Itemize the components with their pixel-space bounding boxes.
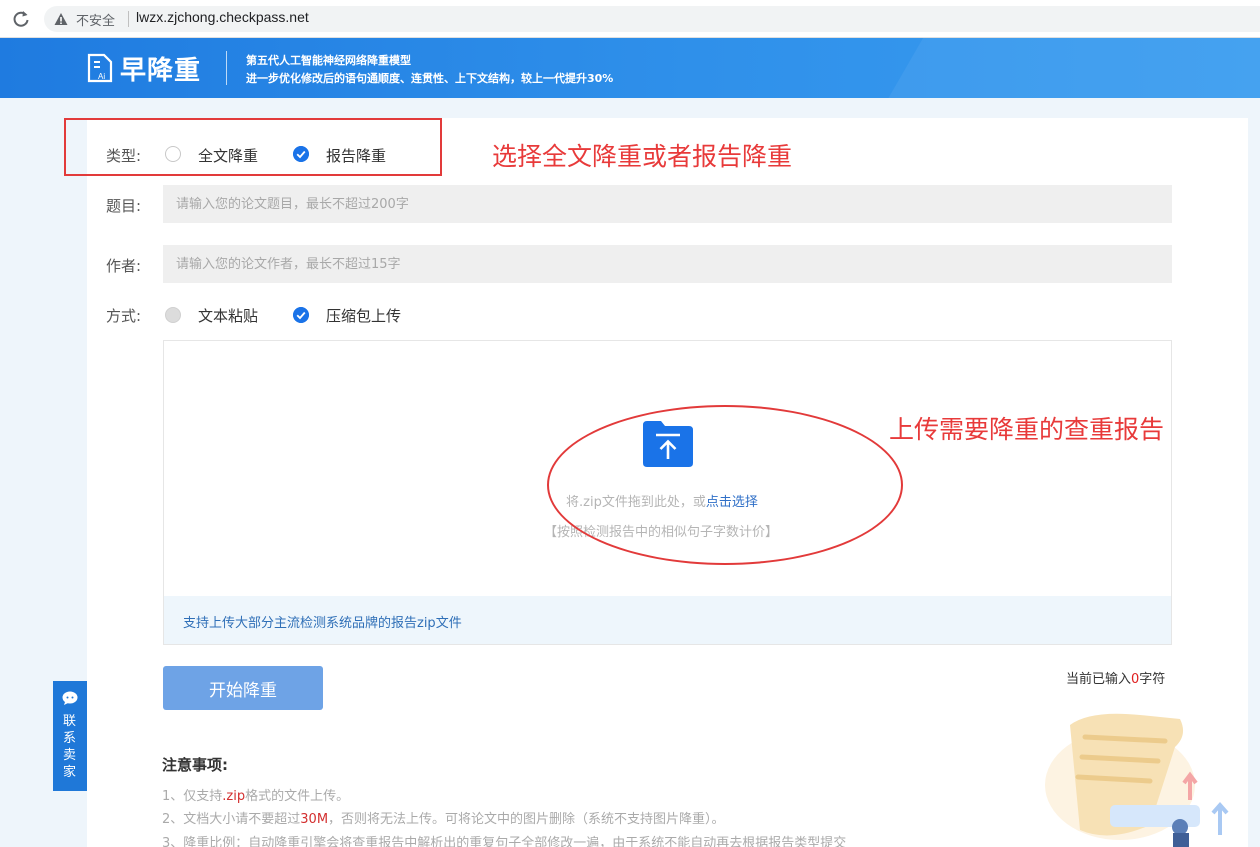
note-1-text-a: 1、仅支持: [162, 789, 223, 804]
note-1-highlight: .zip: [222, 789, 246, 804]
header-divider: [226, 51, 227, 85]
radio-paste-text-label[interactable]: 文本粘贴: [198, 305, 258, 326]
note-item-1: 1、仅支持.zip格式的文件上传。: [162, 785, 349, 804]
document-illustration: [1045, 713, 1229, 847]
radio-zip-upload-label[interactable]: 压缩包上传: [326, 305, 401, 326]
browser-toolbar: 不安全 lwzx.zjchong.checkpass.net: [0, 0, 1260, 38]
author-label: 作者:: [106, 257, 142, 275]
contact-seller-tab[interactable]: 联系卖家: [53, 681, 87, 791]
url-divider: [128, 11, 129, 27]
slogan-line-1: 第五代人工智能神经网络降重模型: [246, 54, 411, 67]
start-reduce-button[interactable]: 开始降重: [163, 666, 323, 710]
security-label[interactable]: 不安全: [76, 10, 115, 29]
url-text[interactable]: lwzx.zjchong.checkpass.net: [136, 9, 309, 25]
note-2-text-b: ，否则将无法上传。可将论文中的图片删除（系统不支持图片降重）。: [328, 812, 725, 827]
radio-zip-upload-checked-icon[interactable]: [293, 307, 309, 323]
address-bar[interactable]: 不安全 lwzx.zjchong.checkpass.net: [44, 6, 1260, 32]
char-count: 当前已输入0字符: [1066, 668, 1165, 687]
upload-highlight-ellipse: [547, 405, 903, 565]
type-highlight-box: [64, 118, 442, 176]
support-note: 支持上传大部分主流检测系统品牌的报告zip文件: [183, 616, 462, 631]
header-decoration: [853, 38, 1260, 98]
author-input[interactable]: [163, 245, 1172, 283]
radio-paste-text[interactable]: [165, 307, 181, 323]
slogan-line-2: 进一步优化修改后的语句通顺度、连贯性、上下文结构，较上一代提升30%: [246, 72, 614, 85]
note-item-3: 3、降重比例：自动降重引擎会将查重报告中解析出的重复句子全部修改一遍，由于系统不…: [162, 836, 847, 847]
support-note-bar: 支持上传大部分主流检测系统品牌的报告zip文件: [164, 596, 1171, 644]
title-label: 题目:: [106, 197, 142, 215]
site-header: Ai 早降重 第五代人工智能神经网络降重模型 进一步优化修改后的语句通顺度、连贯…: [0, 38, 1260, 98]
contact-seller-label[interactable]: 联系卖家: [63, 713, 77, 781]
method-label: 方式:: [106, 307, 142, 325]
warning-icon[interactable]: [54, 12, 68, 26]
note-2-highlight: 30M: [300, 812, 329, 827]
char-count-prefix: 当前已输入: [1066, 672, 1132, 687]
chat-bubble-icon: [62, 691, 78, 705]
title-input[interactable]: [163, 185, 1172, 223]
type-annotation: 选择全文降重或者报告降重: [492, 142, 793, 171]
upload-annotation: 上传需要降重的查重报告: [889, 415, 1165, 444]
svg-text:Ai: Ai: [98, 72, 105, 81]
logo-text[interactable]: 早降重: [120, 50, 201, 87]
note-1-text-b: 格式的文件上传。: [245, 789, 350, 804]
note-2-text-a: 2、文档大小请不要超过: [162, 812, 301, 827]
char-count-suffix: 字符: [1139, 672, 1166, 687]
reload-icon[interactable]: [10, 8, 32, 30]
note-item-2: 2、文档大小请不要超过30M，否则将无法上传。可将论文中的图片删除（系统不支持图…: [162, 808, 725, 827]
notes-title: 注意事项:: [162, 756, 228, 774]
ai-document-logo-icon[interactable]: Ai: [86, 53, 114, 83]
